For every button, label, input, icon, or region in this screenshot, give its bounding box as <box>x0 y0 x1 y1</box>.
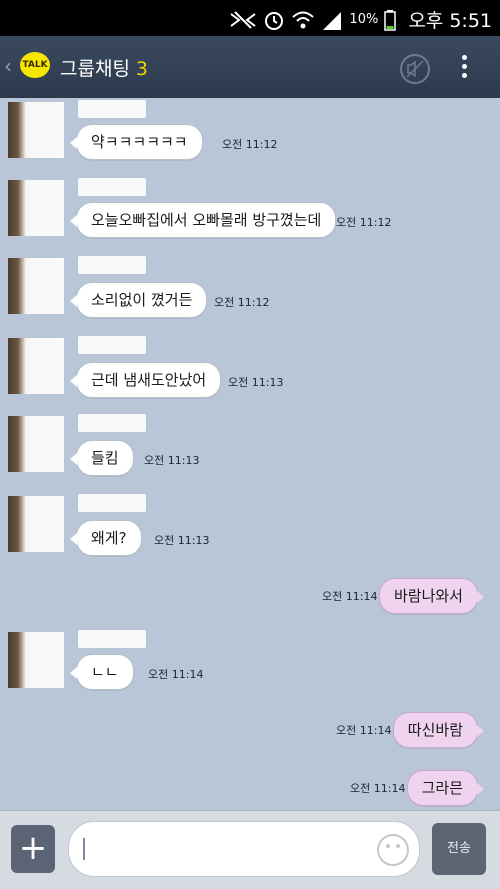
chat-title: 그룹채팅 3 <box>60 54 148 81</box>
sender-name <box>78 100 146 118</box>
sender-name <box>78 256 146 274</box>
message-time: 오전 11:13 <box>154 534 210 547</box>
status-bar: 10% 오후 5:51 <box>0 0 500 36</box>
avatar[interactable] <box>8 102 64 158</box>
clock: 오후 5:51 <box>408 10 492 32</box>
message-time: 오전 11:14 <box>148 668 204 681</box>
send-button[interactable]: 전송 <box>432 823 486 875</box>
signal-icon <box>323 11 342 30</box>
message-bubble[interactable]: 왜게? <box>70 520 142 556</box>
chat-header: ‹ TALK 그룹채팅 3 <box>0 36 500 98</box>
my-message-bubble[interactable]: 바람나와서 <box>378 578 485 614</box>
member-count: 3 <box>135 58 149 80</box>
message-time: 오전 11:14 <box>350 782 406 795</box>
avatar[interactable] <box>8 632 64 688</box>
alarm-icon <box>265 11 284 30</box>
message-time: 오전 11:13 <box>144 454 200 467</box>
mute-icon[interactable] <box>400 54 430 84</box>
avatar[interactable] <box>8 338 64 394</box>
message-time: 오전 11:13 <box>228 376 284 389</box>
message-time: 오전 11:14 <box>322 590 378 603</box>
chat-title-text: 그룹채팅 <box>60 58 130 80</box>
input-bar: + 전송 <box>0 810 500 889</box>
message-input[interactable] <box>68 821 420 877</box>
smiley-icon[interactable] <box>377 834 409 866</box>
message-bubble[interactable]: 오늘오빠집에서 오빠몰래 방구꼈는데 <box>69 202 337 238</box>
mute-vibrate-icon <box>230 10 257 29</box>
message-bubble[interactable]: 약ㅋㅋㅋㅋㅋㅋ <box>70 124 203 160</box>
more-vertical-icon[interactable] <box>462 52 470 82</box>
sender-name <box>78 630 146 648</box>
avatar[interactable] <box>8 416 64 472</box>
avatar[interactable] <box>8 180 64 236</box>
battery-icon <box>384 9 397 31</box>
avatar[interactable] <box>8 496 64 552</box>
message-time: 오전 11:14 <box>336 724 392 737</box>
message-time: 오전 11:12 <box>336 216 392 229</box>
chevron-left-icon[interactable]: ‹ <box>4 54 12 78</box>
message-bubble[interactable]: 근데 냄새도안났어 <box>69 362 222 398</box>
wifi-icon <box>292 11 315 28</box>
my-message-bubble[interactable]: 따신바람 <box>392 712 485 748</box>
sender-name <box>78 494 146 512</box>
message-time: 오전 11:12 <box>214 296 270 309</box>
avatar[interactable] <box>8 258 64 314</box>
message-list[interactable]: 약ㅋㅋㅋㅋㅋㅋ 오전 11:12 오늘오빠집에서 오빠몰래 방구꼈는데 오전 1… <box>0 98 500 810</box>
message-time: 오전 11:12 <box>222 138 278 151</box>
plus-button[interactable]: + <box>11 825 55 873</box>
sender-name <box>78 414 146 432</box>
battery-percent: 10% <box>349 12 379 27</box>
kakaotalk-logo[interactable]: TALK <box>20 52 50 78</box>
my-message-bubble[interactable]: 그라믄 <box>406 770 485 806</box>
text-cursor <box>83 838 85 860</box>
message-bubble[interactable]: 소리없이 꼈거든 <box>69 282 208 318</box>
message-bubble[interactable]: 들킴 <box>70 440 134 476</box>
message-bubble[interactable]: ㄴㄴ <box>70 654 134 690</box>
sender-name <box>78 336 146 354</box>
sender-name <box>78 178 146 196</box>
